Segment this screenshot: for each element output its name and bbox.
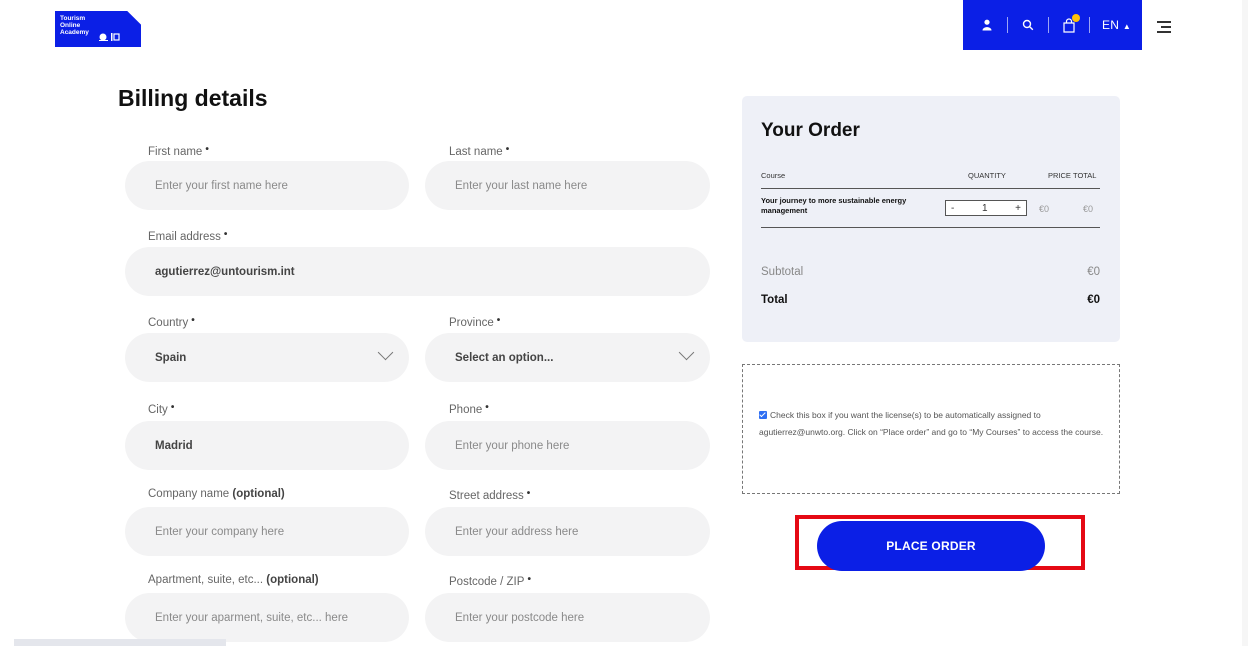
item-price: €0 bbox=[1039, 204, 1050, 214]
column-total: TOTAL bbox=[1073, 171, 1097, 180]
search-icon[interactable] bbox=[1020, 17, 1036, 33]
city-input[interactable]: Madrid bbox=[125, 421, 409, 470]
license-assignment-box: Check this box if you want the license(s… bbox=[742, 364, 1120, 494]
cart-badge bbox=[1072, 14, 1080, 22]
street-label: Street address • bbox=[449, 488, 531, 502]
email-input[interactable]: agutierrez@untourism.int bbox=[125, 247, 710, 296]
quantity-value: 1 bbox=[981, 202, 988, 214]
last-name-label: Last name • bbox=[449, 144, 510, 158]
total-label: Total bbox=[761, 294, 788, 306]
billing-title: Billing details bbox=[118, 85, 268, 111]
table-divider bbox=[761, 227, 1100, 228]
language-selector[interactable]: EN ▲ bbox=[1102, 18, 1131, 32]
company-input[interactable]: Enter your company here bbox=[125, 507, 409, 556]
chevron-down-icon bbox=[377, 344, 394, 361]
column-price: PRICE bbox=[1048, 171, 1071, 180]
column-course: Course bbox=[761, 171, 786, 180]
partner-marks-icon bbox=[98, 31, 126, 45]
province-select[interactable]: Select an option... bbox=[425, 333, 710, 382]
subtotal-label: Subtotal bbox=[761, 266, 804, 278]
top-toolbar: EN ▲ bbox=[963, 0, 1142, 50]
subtotal-value: €0 bbox=[1087, 266, 1100, 278]
phone-label: Phone • bbox=[449, 402, 489, 416]
country-label: Country • bbox=[148, 315, 195, 329]
province-label: Province • bbox=[449, 315, 501, 329]
country-value: Spain bbox=[155, 351, 187, 364]
order-title: Your Order bbox=[761, 120, 860, 141]
first-name-label: First name • bbox=[148, 144, 209, 158]
order-summary-panel: Your Order Course QUANTITY PRICE TOTAL Y… bbox=[742, 96, 1120, 342]
cart-icon[interactable] bbox=[1061, 14, 1080, 33]
postcode-label: Postcode / ZIP • bbox=[449, 574, 531, 588]
email-label: Email address • bbox=[148, 229, 228, 243]
divider bbox=[1048, 17, 1049, 33]
status-bar bbox=[14, 639, 226, 646]
last-name-input[interactable]: Enter your last name here bbox=[425, 161, 710, 210]
chevron-down-icon bbox=[678, 344, 695, 361]
apartment-input[interactable]: Enter your aparment, suite, etc... here bbox=[125, 593, 409, 642]
chevron-up-icon: ▲ bbox=[1122, 22, 1132, 31]
decrement-button[interactable]: - bbox=[951, 203, 954, 214]
divider bbox=[1089, 17, 1090, 33]
increment-button[interactable]: + bbox=[1015, 203, 1021, 214]
table-divider bbox=[761, 188, 1100, 189]
province-value: Select an option... bbox=[455, 351, 554, 364]
first-name-input[interactable]: Enter your first name here bbox=[125, 161, 409, 210]
total-value: €0 bbox=[1087, 294, 1100, 306]
scrollbar[interactable] bbox=[1242, 0, 1248, 646]
user-icon[interactable] bbox=[979, 17, 995, 33]
quantity-stepper[interactable]: - 1 + bbox=[945, 200, 1027, 216]
company-label: Company name (optional) bbox=[148, 488, 285, 500]
license-checkbox[interactable] bbox=[759, 411, 767, 419]
postcode-input[interactable]: Enter your postcode here bbox=[425, 593, 710, 642]
menu-icon[interactable] bbox=[1157, 21, 1171, 36]
column-quantity: QUANTITY bbox=[968, 171, 1006, 180]
place-order-button[interactable]: PLACE ORDER bbox=[817, 521, 1045, 571]
divider bbox=[1007, 17, 1008, 33]
logo-text: Tourism Online Academy bbox=[60, 15, 89, 36]
course-name: Your journey to more sustainable energy … bbox=[761, 196, 907, 215]
item-total: €0 bbox=[1083, 204, 1094, 214]
country-select[interactable]: Spain bbox=[125, 333, 409, 382]
site-logo[interactable]: Tourism Online Academy bbox=[55, 11, 141, 47]
phone-input[interactable]: Enter your phone here bbox=[425, 421, 710, 470]
street-input[interactable]: Enter your address here bbox=[425, 507, 710, 556]
license-text-block: Check this box if you want the license(s… bbox=[759, 407, 1109, 441]
apartment-label: Apartment, suite, etc... (optional) bbox=[148, 574, 319, 586]
license-text: Check this box if you want the license(s… bbox=[759, 410, 1104, 437]
city-label: City • bbox=[148, 402, 175, 416]
